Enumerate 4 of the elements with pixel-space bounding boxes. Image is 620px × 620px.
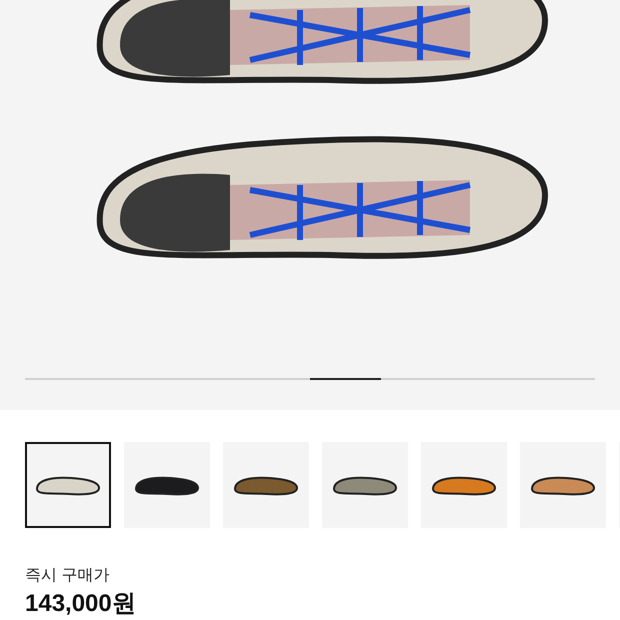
price-label: 즉시 구매가 — [25, 566, 110, 586]
product-thumbnail[interactable] — [25, 442, 111, 528]
price-value: 143,000원 — [25, 590, 137, 618]
carousel-indicator — [310, 378, 381, 380]
